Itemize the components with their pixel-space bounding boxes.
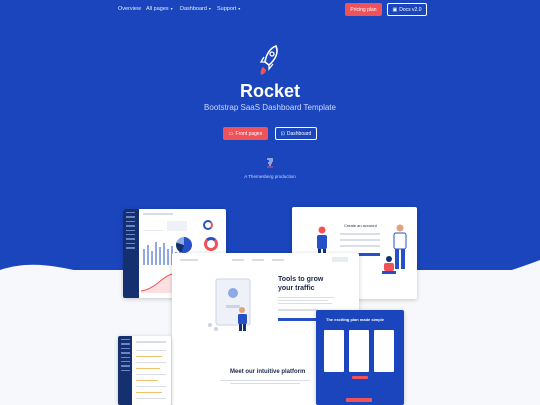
nav-overview[interactable]: Overview: [118, 6, 141, 12]
docs-button[interactable]: ▣ Docs v2.0: [387, 3, 427, 16]
dashboard-label: Dashboard: [286, 130, 312, 137]
nav-all-pages-label: All pages: [146, 6, 169, 12]
rocket-icon: [259, 45, 278, 75]
traffic-illustration: [208, 278, 251, 331]
preview-sidebar: [123, 209, 139, 298]
pricing-preview: The exciting plan made simple: [316, 310, 404, 405]
pricing-heading: The exciting plan made simple: [326, 317, 385, 322]
login-heading: Create an account: [344, 223, 377, 228]
front-pages-label: Front pages: [235, 130, 263, 137]
pricing-button[interactable]: Pricing plan: [345, 3, 382, 16]
nav-dashboard-label: Dashboard: [180, 6, 207, 12]
docs-label: Docs v2.0: [399, 6, 422, 13]
nav-all-pages[interactable]: All pages ▾: [146, 6, 173, 12]
landing-heading: Tools to grow your traffic: [278, 276, 324, 292]
hero-section: [0, 0, 540, 270]
page-title: Rocket: [239, 81, 301, 101]
dashboard-button[interactable]: ⊡ Dashboard: [275, 127, 317, 140]
monitor-icon: ▭: [228, 130, 234, 137]
chevron-down-icon: ▾: [208, 6, 211, 11]
nav-dashboard[interactable]: Dashboard ▾: [180, 6, 211, 12]
book-icon: ▣: [392, 6, 398, 13]
chevron-down-icon: ▾: [170, 6, 173, 11]
front-pages-button[interactable]: ▭ Front pages: [223, 127, 268, 140]
dashboard-list-preview: [118, 336, 171, 405]
preview-sidebar: [118, 336, 132, 405]
nav-support-label: Support: [217, 6, 237, 12]
themesberg-logo-icon: [267, 158, 273, 168]
nav-support[interactable]: Support ▾: [217, 6, 240, 12]
chart-icon: ⊡: [280, 130, 285, 137]
top-nav: Overview All pages ▾ Dashboard ▾ Support ▾ …: [0, 0, 540, 20]
person-illustration: [382, 256, 396, 274]
production-credit: A Themesberg production: [244, 174, 296, 179]
platform-heading: Meet our intuitive platform: [230, 369, 306, 375]
page-subtitle: Bootstrap SaaS Dashboard Template: [204, 103, 336, 112]
chevron-down-icon: ▾: [238, 6, 241, 11]
